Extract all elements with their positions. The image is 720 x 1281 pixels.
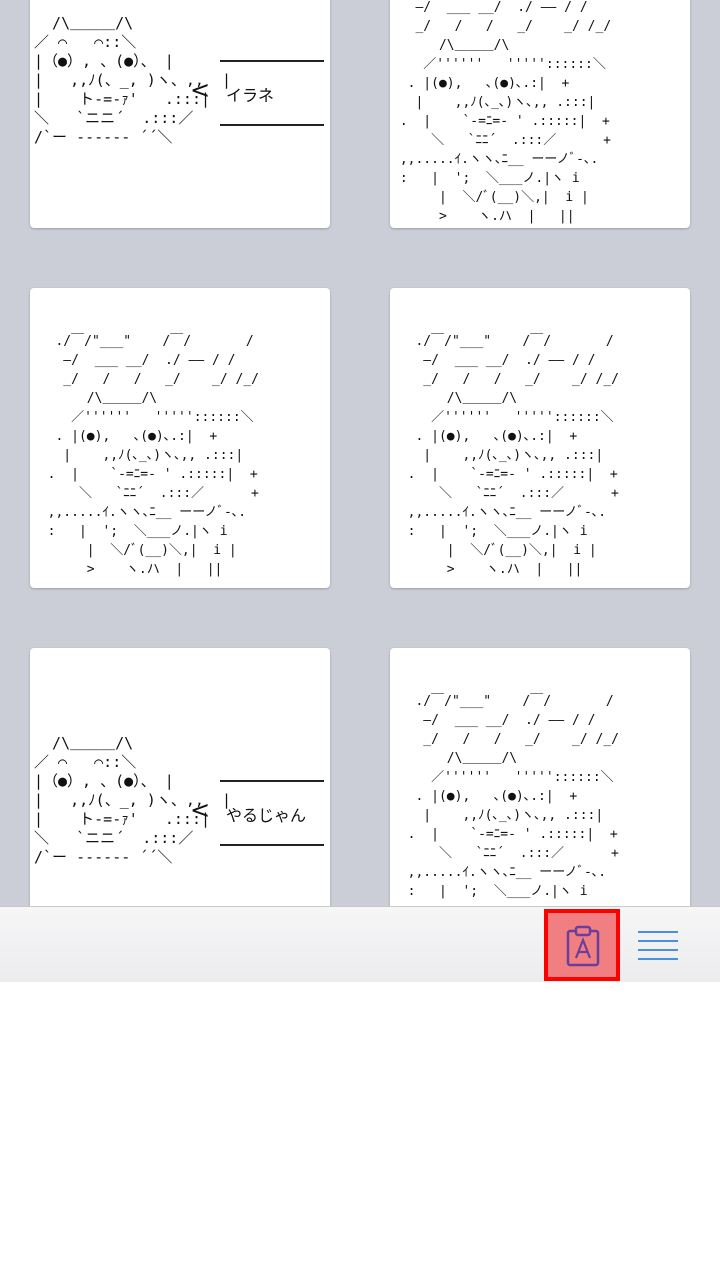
aa-card-dog[interactable]: ―/ ___ __/ ./ ―― / / _/ / / _/ _/ /_/ /\… bbox=[390, 0, 690, 228]
clipboard-a-icon bbox=[566, 925, 600, 967]
aa-card-dog[interactable]: ./￣/"___" /￣/ / ―/ ___ __/ ./ ―― / / _/ … bbox=[390, 288, 690, 588]
keyboard-area bbox=[0, 982, 720, 1281]
aa-card-dog[interactable]: ./￣/"___" /￣/ / ―/ ___ __/ ./ ―― / / _/ … bbox=[390, 648, 690, 906]
bubble-text: やるじゃん bbox=[226, 806, 307, 825]
bottom-toolbar bbox=[0, 906, 720, 983]
aa-art: ./￣/"___" /￣/ / ―/ ___ __/ ./ ―― / / _/ … bbox=[407, 334, 619, 577]
aa-card-dog[interactable]: ./￣/"___" /￣/ / ―/ ___ __/ ./ ―― / / _/ … bbox=[30, 288, 330, 588]
aa-grid: /\＿＿＿/\ ／ ⌒ ⌒::＼ |（●）, 、(●）、 | | ,,ﾉ(、_,… bbox=[0, 0, 720, 906]
bubble-pointer-icon: < bbox=[190, 796, 211, 824]
speech-bubble: < やるじゃん bbox=[190, 780, 324, 846]
speech-bubble: < イラネ bbox=[190, 60, 324, 126]
bubble-text: イラネ bbox=[226, 86, 275, 105]
aa-art: ./￣/"___" /￣/ / ―/ ___ __/ ./ ―― / / _/ … bbox=[407, 694, 619, 899]
aa-card-cat-irane[interactable]: /\＿＿＿/\ ／ ⌒ ⌒::＼ |（●）, 、(●）、 | | ,,ﾉ(、_,… bbox=[30, 0, 330, 228]
aa-card-cat-yarujan[interactable]: /\＿＿＿/\ ／ ⌒ ⌒::＼ |（●）, 、(●）、 | | ,,ﾉ(、_,… bbox=[30, 648, 330, 906]
aa-art: ―/ ___ __/ ./ ―― / / _/ / / _/ _/ /_/ /\… bbox=[399, 0, 612, 224]
bubble-pointer-icon: < bbox=[190, 76, 211, 104]
paste-clipboard-button[interactable] bbox=[544, 909, 620, 981]
menu-button[interactable] bbox=[636, 927, 682, 963]
aa-art: ./￣/"___" /￣/ / ―/ ___ __/ ./ ―― / / _/ … bbox=[47, 334, 259, 577]
